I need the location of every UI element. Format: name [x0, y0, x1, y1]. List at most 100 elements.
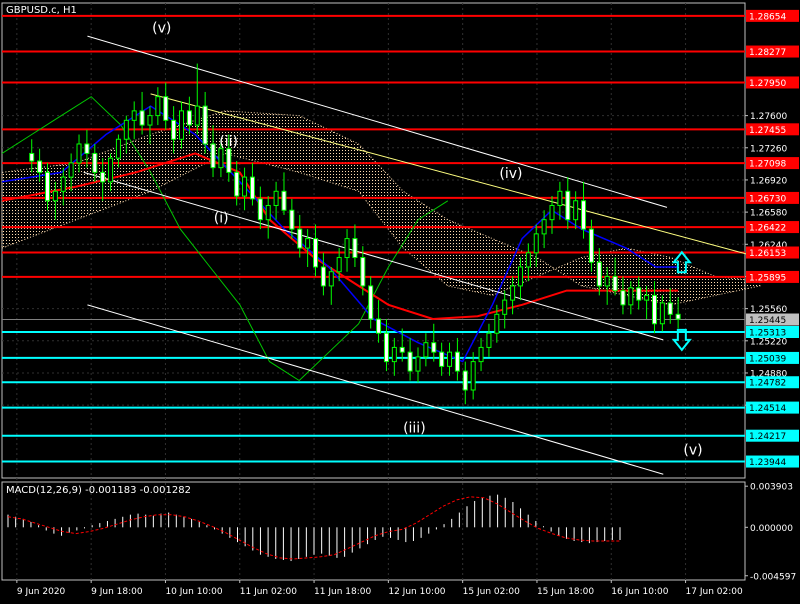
candle-body [659, 302, 665, 325]
candle-body [407, 351, 413, 372]
current-price-value: 1.25445 [749, 316, 786, 326]
candle-body [52, 190, 58, 202]
candle-body [368, 285, 374, 320]
candle-body [541, 219, 547, 235]
candle-body [573, 200, 579, 221]
wave-label: (v) [152, 20, 171, 36]
candle-body [533, 233, 539, 254]
candle-body [636, 287, 642, 301]
candle-body [92, 152, 98, 173]
candle-body [100, 171, 106, 183]
x-tick-label: 17 Jun 02:00 [686, 587, 743, 597]
y-tick-label: 1.26920 [750, 176, 787, 186]
level-value: 1.26730 [749, 194, 786, 204]
level-value: 1.24514 [749, 404, 786, 414]
candle-body [667, 302, 673, 315]
candle-body [273, 190, 279, 206]
chart-canvas[interactable]: (v) (ii) (i) (iv) (iii) (v) 1.27600 1.27260 1.2… [0, 0, 800, 600]
y-tick-label: 1.25220 [750, 337, 787, 347]
candle-body [383, 332, 389, 363]
candle-body [462, 370, 468, 391]
candle-body [163, 96, 169, 121]
wave-label: (iv) [499, 166, 522, 182]
level-value: 1.28654 [749, 12, 786, 22]
level-value: 1.25895 [749, 273, 786, 283]
wave-label: (iii) [403, 421, 426, 437]
candle-body [257, 198, 263, 221]
candle-body [644, 294, 650, 301]
candle-body [604, 275, 610, 287]
candle-body [431, 342, 437, 353]
candle-body [305, 238, 311, 249]
candle-body [234, 171, 240, 197]
candle-body [44, 171, 50, 202]
x-tick-label: 10 Jun 10:00 [165, 587, 222, 597]
candle-body [281, 190, 287, 211]
candle-body [549, 204, 555, 221]
candle-body [352, 238, 358, 259]
macd-label: MACD(12,26,9) -0.001183 -0.001282 [6, 485, 191, 496]
candle-body [344, 238, 350, 259]
candle-body [336, 257, 342, 273]
wave-label: (ii) [219, 134, 238, 150]
candle-body [242, 176, 248, 197]
candle-body [596, 261, 602, 287]
candle-body [289, 209, 295, 230]
level-value: 1.25039 [749, 354, 786, 364]
level-value: 1.23944 [749, 458, 786, 468]
candle-body [226, 148, 232, 173]
candle-body [265, 204, 271, 221]
candle-body [510, 285, 516, 301]
level-value: 1.27098 [749, 160, 786, 170]
candle-body [171, 119, 177, 140]
candle-body [517, 266, 523, 287]
candle-body [439, 351, 445, 367]
level-value: 1.24782 [749, 379, 786, 389]
candle-body [108, 157, 114, 183]
level-value: 1.24217 [749, 432, 786, 442]
candle-body [360, 257, 366, 287]
candle-body [60, 176, 66, 192]
candle-body [139, 110, 145, 126]
candle-body [155, 96, 161, 117]
candle-body [115, 138, 121, 159]
candle-body [415, 356, 421, 372]
x-tick-label: 12 Jun 10:00 [388, 587, 445, 597]
y-tick-label: 1.27260 [750, 144, 787, 154]
candle-body [76, 143, 82, 164]
candle-body [29, 152, 35, 162]
y-tick-label: 1.26580 [750, 209, 787, 219]
candle-body [218, 148, 224, 169]
candle-body [525, 252, 531, 268]
wave-label: (i) [214, 211, 229, 227]
candle-body [588, 228, 594, 263]
level-value: 1.26422 [749, 224, 786, 234]
macd-y-label: 0.000000 [750, 524, 793, 534]
candle-body [494, 313, 500, 334]
candle-body [202, 105, 208, 145]
candle-body [194, 105, 200, 126]
candle-body [628, 287, 634, 306]
y-tick-label: 1.27600 [750, 112, 787, 122]
candle-body [581, 200, 587, 230]
macd-y-label: 0.003903 [750, 483, 793, 493]
candle-body [486, 332, 492, 348]
candle-body [328, 271, 334, 287]
x-tick-label: 11 Jun 02:00 [240, 587, 297, 597]
candle-body [651, 294, 657, 325]
candle-body [84, 143, 90, 154]
candle-body [447, 351, 453, 367]
x-tick-label: 16 Jun 10:00 [611, 587, 668, 597]
candle-body [147, 115, 153, 126]
x-tick-label: 15 Jun 18:00 [537, 587, 594, 597]
level-value: 1.25313 [749, 328, 786, 338]
candle-body [391, 346, 397, 363]
candle-body [565, 190, 571, 221]
level-value: 1.27455 [749, 126, 786, 136]
candle-body [131, 110, 137, 121]
candle-body [376, 318, 382, 334]
candle-body [478, 346, 484, 363]
level-value: 1.26153 [749, 249, 786, 259]
x-tick-label: 15 Jun 02:00 [463, 587, 520, 597]
level-value: 1.27950 [749, 79, 786, 89]
